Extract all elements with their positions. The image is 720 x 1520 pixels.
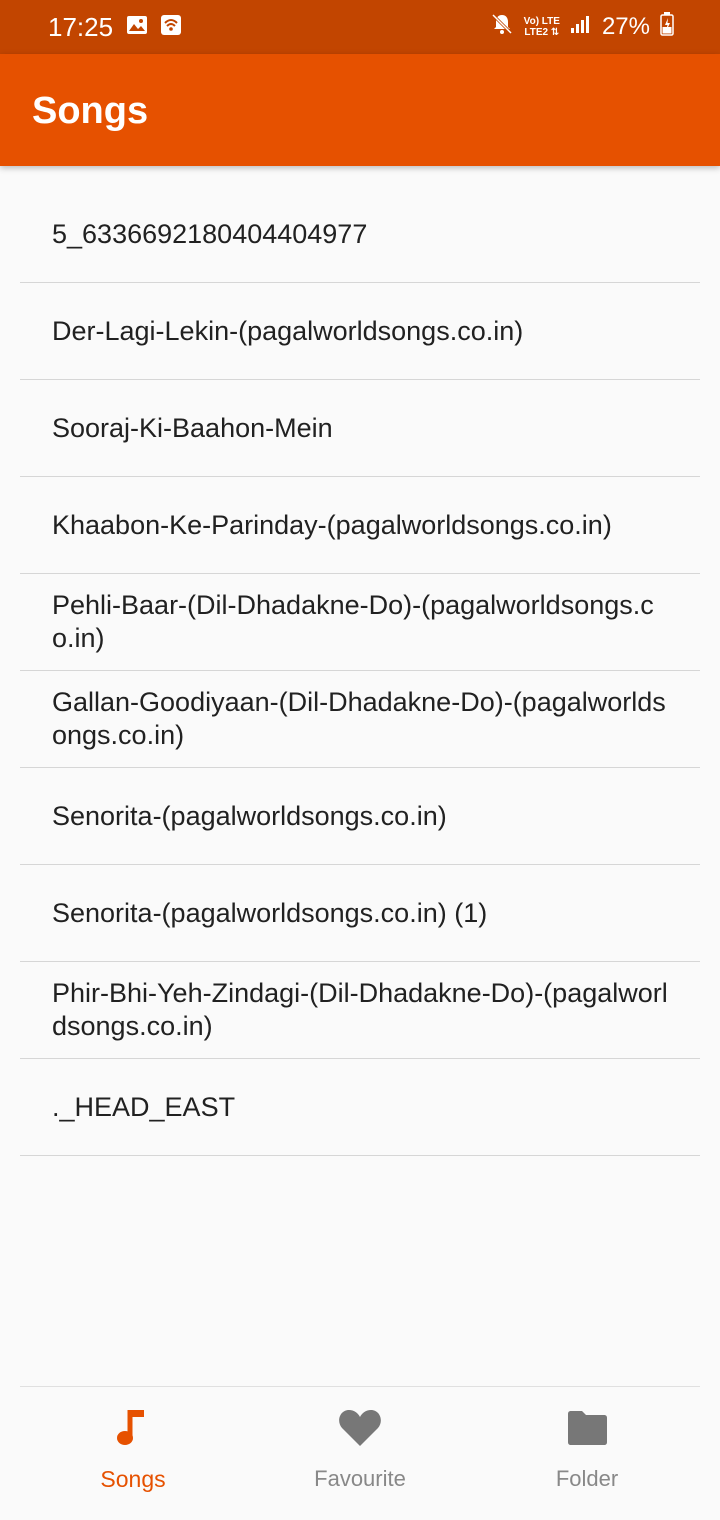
song-list-item[interactable]: 5_6336692180404404977	[20, 186, 700, 283]
app-bar: Songs	[0, 54, 720, 166]
song-title: ._HEAD_EAST	[52, 1091, 236, 1122]
wifi-calling-icon	[160, 14, 182, 41]
song-list-item[interactable]: Senorita-(pagalworldsongs.co.in) (1)	[20, 865, 700, 962]
song-title: Gallan-Goodiyaan-(Dil-Dhadakne-Do)-(paga…	[52, 687, 666, 750]
song-title: Khaabon-Ke-Parinday-(pagalworldsongs.co.…	[52, 509, 612, 540]
nav-label-favourite: Favourite	[314, 1466, 406, 1491]
image-icon	[126, 14, 148, 41]
lte-indicator: Vo) LTE LTE2 ⇅	[523, 15, 560, 38]
bottom-navigation: Songs Favourite Folder	[0, 1386, 720, 1520]
status-time: 17:25	[48, 12, 114, 42]
mute-icon	[490, 12, 514, 41]
nav-tab-folder[interactable]: Folder	[507, 1404, 667, 1514]
song-title: Pehli-Baar-(Dil-Dhadakne-Do)-(pagalworld…	[52, 590, 654, 653]
folder-icon	[563, 1404, 611, 1452]
song-list-item[interactable]: Pehli-Baar-(Dil-Dhadakne-Do)-(pagalworld…	[20, 574, 700, 671]
song-title: Senorita-(pagalworldsongs.co.in) (1)	[52, 897, 488, 928]
song-list-item[interactable]: Senorita-(pagalworldsongs.co.in)	[20, 768, 700, 865]
nav-label-songs: Songs	[100, 1466, 166, 1492]
song-list-item[interactable]: ._HEAD_EAST	[20, 1059, 700, 1156]
bottom-nav-divider	[20, 1386, 700, 1387]
song-title: 5_6336692180404404977	[52, 218, 368, 249]
status-bar: 17:25 Vo) LTE LTE2 ⇅ 27%	[0, 0, 720, 54]
nav-tab-favourite[interactable]: Favourite	[280, 1404, 440, 1514]
nav-label-folder: Folder	[555, 1466, 619, 1491]
song-title: Senorita-(pagalworldsongs.co.in)	[52, 800, 447, 831]
song-title: Sooraj-Ki-Baahon-Mein	[52, 412, 333, 443]
page-title: Songs	[32, 90, 149, 132]
song-title: Der-Lagi-Lekin-(pagalworldsongs.co.in)	[52, 315, 524, 346]
nav-tab-songs[interactable]: Songs	[53, 1404, 213, 1514]
signal-icon	[570, 14, 592, 39]
battery-percentage: 27%	[601, 12, 650, 40]
battery-icon	[660, 12, 674, 41]
song-list-item[interactable]: Der-Lagi-Lekin-(pagalworldsongs.co.in)	[20, 283, 700, 380]
song-list: 5_6336692180404404977 Der-Lagi-Lekin-(pag…	[20, 186, 700, 1156]
song-title: Phir-Bhi-Yeh-Zindagi-(Dil-Dhadakne-Do)-(…	[52, 978, 668, 1041]
song-list-item[interactable]: Phir-Bhi-Yeh-Zindagi-(Dil-Dhadakne-Do)-(…	[20, 962, 700, 1059]
music-note-icon	[109, 1404, 157, 1452]
song-list-item[interactable]: Gallan-Goodiyaan-(Dil-Dhadakne-Do)-(paga…	[20, 671, 700, 768]
song-list-item[interactable]: Khaabon-Ke-Parinday-(pagalworldsongs.co.…	[20, 477, 700, 574]
song-list-item[interactable]: Sooraj-Ki-Baahon-Mein	[20, 380, 700, 477]
heart-icon	[336, 1404, 384, 1452]
